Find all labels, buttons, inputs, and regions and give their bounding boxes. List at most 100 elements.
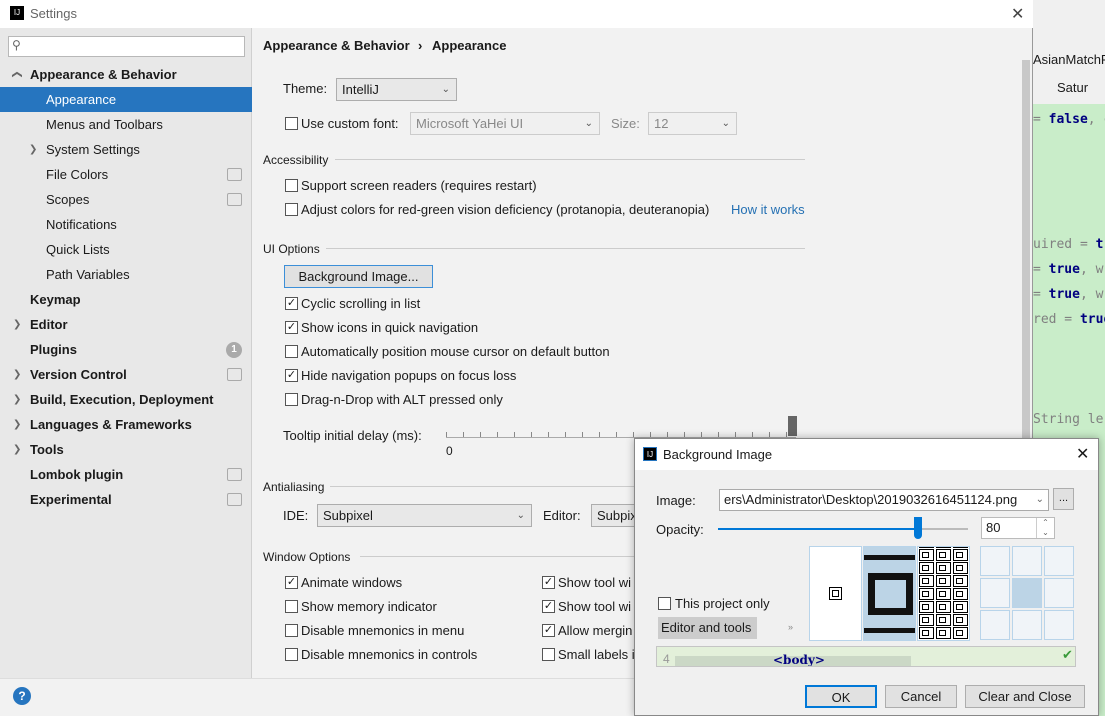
- anchor-position-cell[interactable]: [980, 578, 1010, 608]
- scrollbar[interactable]: [1022, 60, 1030, 460]
- sidebar-item-appearance[interactable]: Appearance: [0, 87, 252, 112]
- option-checkbox[interactable]: ✓: [285, 321, 298, 334]
- tile-pattern: [936, 640, 951, 641]
- spinner-arrows-icon[interactable]: ⌃ ⌄: [1036, 518, 1054, 538]
- fill-mode-tile[interactable]: [917, 546, 970, 641]
- cancel-button[interactable]: Cancel: [885, 685, 957, 708]
- option-checkbox[interactable]: ✓: [542, 576, 555, 589]
- clear-and-close-button[interactable]: Clear and Close: [965, 685, 1085, 708]
- preview-line-number: 4: [663, 652, 670, 666]
- option-checkbox[interactable]: [285, 345, 298, 358]
- anchor-position-cell[interactable]: [980, 610, 1010, 640]
- opacity-slider-thumb[interactable]: [914, 517, 922, 539]
- tab-satur[interactable]: Satur: [1057, 80, 1088, 95]
- chevron-right-icon[interactable]: ❯: [29, 137, 37, 162]
- theme-select[interactable]: IntelliJ ⌄: [336, 78, 457, 101]
- chevron-right-icon[interactable]: ❯: [13, 412, 21, 437]
- divider: [335, 159, 805, 160]
- project-scope-icon: [227, 168, 242, 181]
- sidebar-item-languages-frameworks[interactable]: ❯ Languages & Frameworks: [0, 412, 252, 437]
- dialog-title-bar: IJ Background Image ✕: [635, 439, 1098, 470]
- sidebar-item-label: Editor: [30, 317, 68, 332]
- chevron-down-icon: ⌄: [516, 510, 525, 521]
- sidebar-item-scopes[interactable]: Scopes: [0, 187, 252, 212]
- option-checkbox[interactable]: ✓: [542, 600, 555, 613]
- option-checkbox[interactable]: ✓: [285, 297, 298, 310]
- close-icon[interactable]: ✕: [1011, 4, 1024, 24]
- option-checkbox[interactable]: ✓: [285, 369, 298, 382]
- sidebar-item-editor[interactable]: ❯ Editor: [0, 312, 252, 337]
- size-select[interactable]: 12 ⌄: [648, 112, 737, 135]
- font-select[interactable]: Microsoft YaHei UI ⌄: [410, 112, 600, 135]
- sidebar-item-label: Tools: [30, 442, 64, 457]
- option-checkbox[interactable]: [285, 648, 298, 661]
- chevron-right-icon[interactable]: ❯: [13, 437, 21, 462]
- anchor-position-cell[interactable]: [1012, 578, 1042, 608]
- sidebar-item-plugins[interactable]: Plugins 1: [0, 337, 252, 362]
- anchor-position-cell[interactable]: [980, 546, 1010, 576]
- sidebar-item-tools[interactable]: ❯ Tools: [0, 437, 252, 462]
- opacity-slider-fill: [718, 528, 918, 530]
- browse-button[interactable]: ...: [1053, 488, 1074, 510]
- slider-tick: [633, 432, 634, 437]
- slider-thumb[interactable]: [788, 416, 797, 436]
- sidebar-item-notifications[interactable]: Notifications: [0, 212, 252, 237]
- sidebar-item-appearance-behavior[interactable]: ❯ Appearance & Behavior: [0, 62, 252, 87]
- option-label: Cyclic scrolling in list: [301, 296, 421, 311]
- image-path-combo[interactable]: ers\Administrator\Desktop\20190326164511…: [719, 489, 1049, 511]
- sidebar-item-keymap[interactable]: Keymap: [0, 287, 252, 312]
- theme-value: IntelliJ: [342, 82, 379, 97]
- chevron-down-icon[interactable]: ❯: [5, 70, 30, 78]
- help-icon[interactable]: ?: [13, 687, 31, 705]
- option-checkbox[interactable]: [285, 393, 298, 406]
- option-checkbox[interactable]: [542, 648, 555, 661]
- sidebar-item-lombok-plugin[interactable]: Lombok plugin: [0, 462, 252, 487]
- option-checkbox[interactable]: [285, 600, 298, 613]
- sidebar-item-experimental[interactable]: Experimental: [0, 487, 252, 512]
- tab-asianmatch[interactable]: AsianMatchR: [1033, 52, 1105, 67]
- fill-mode-plain[interactable]: [809, 546, 862, 641]
- ide-aa-select[interactable]: Subpixel ⌄: [317, 504, 532, 527]
- sidebar-item-file-colors[interactable]: File Colors: [0, 162, 252, 187]
- slider-tick: [735, 432, 736, 437]
- screen-readers-checkbox[interactable]: [285, 179, 298, 192]
- how-it-works-link[interactable]: How it works: [731, 202, 805, 217]
- project-only-checkbox[interactable]: [658, 597, 671, 610]
- fill-mode-scale[interactable]: [863, 546, 916, 641]
- project-scope-icon: [227, 193, 242, 206]
- close-icon[interactable]: ✕: [1076, 444, 1089, 464]
- tooltip-delay-slider[interactable]: [446, 416, 797, 438]
- opacity-spinner[interactable]: 80 ⌃ ⌄: [981, 517, 1055, 539]
- option-checkbox[interactable]: ✓: [542, 624, 555, 637]
- sidebar-item-label: Scopes: [46, 192, 90, 207]
- anchor-position-cell[interactable]: [1012, 610, 1042, 640]
- anchor-position-cell[interactable]: [1044, 610, 1074, 640]
- sidebar-item-system-settings[interactable]: ❯ System Settings: [0, 137, 252, 162]
- target-editor-and-tools[interactable]: Editor and tools: [658, 617, 757, 639]
- tile-pattern: [919, 549, 934, 561]
- chevron-right-icon[interactable]: ❯: [13, 387, 21, 412]
- chevron-right-icon[interactable]: ❯: [13, 312, 21, 337]
- sidebar-item-menus-and-toolbars[interactable]: Menus and Toolbars: [0, 112, 252, 137]
- option-label: Small labels i: [558, 647, 635, 662]
- anchor-position-cell[interactable]: [1044, 578, 1074, 608]
- option-checkbox[interactable]: [285, 624, 298, 637]
- sidebar-item-quick-lists[interactable]: Quick Lists: [0, 237, 252, 262]
- chevron-right-icon[interactable]: ❯: [13, 362, 21, 387]
- tooltip-min-label: 0: [446, 444, 453, 458]
- custom-font-checkbox[interactable]: [285, 117, 298, 130]
- sidebar-item-version-control[interactable]: ❯ Version Control: [0, 362, 252, 387]
- anchor-position-cell[interactable]: [1012, 546, 1042, 576]
- sidebar-item-build-execution-deployment[interactable]: ❯ Build, Execution, Deployment: [0, 387, 252, 412]
- search-input[interactable]: ⚲: [8, 36, 245, 57]
- sidebar-item-path-variables[interactable]: Path Variables: [0, 262, 252, 287]
- background-image-dialog: IJ Background Image ✕ Image: ers\Adminis…: [634, 438, 1099, 716]
- opacity-slider[interactable]: [718, 517, 968, 539]
- color-deficiency-checkbox[interactable]: [285, 203, 298, 216]
- more-targets-icon[interactable]: »: [788, 622, 793, 632]
- ok-button[interactable]: OK: [805, 685, 877, 708]
- anchor-position-cell[interactable]: [1044, 546, 1074, 576]
- tile-pattern: [936, 614, 951, 626]
- background-image-button[interactable]: Background Image...: [284, 265, 433, 288]
- option-checkbox[interactable]: ✓: [285, 576, 298, 589]
